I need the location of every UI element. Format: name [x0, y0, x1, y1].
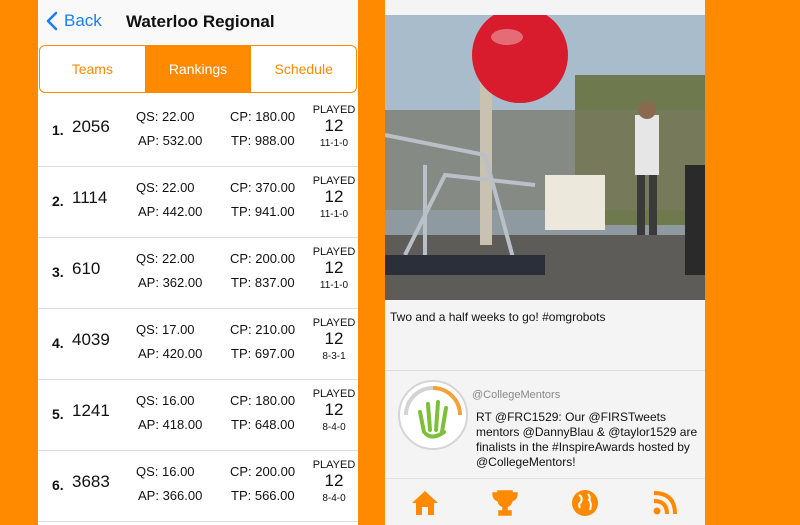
rank-number: 1.: [52, 122, 64, 138]
tab-schedule[interactable]: Schedule: [250, 46, 356, 92]
tp-value: TP: 566.00: [231, 488, 295, 503]
tp-value: TP: 988.00: [231, 133, 295, 148]
home-icon: [412, 490, 438, 515]
tab-bar: [385, 478, 705, 525]
cp-value: CP: 370.00: [230, 180, 296, 195]
cp-value: CP: 200.00: [230, 464, 296, 479]
cp-value: CP: 210.00: [230, 322, 296, 337]
rankings-list: 1. 2056 QS: 22.00 AP: 532.00 CP: 180.00 …: [38, 96, 358, 522]
record: 8-4-0: [322, 493, 346, 504]
team-number: 610: [72, 259, 101, 278]
record: 8-3-1: [322, 351, 346, 362]
cp-value: CP: 180.00: [230, 393, 296, 408]
ap-value: AP: 442.00: [138, 204, 203, 219]
ranking-row[interactable]: 5. 1241 QS: 16.00 AP: 418.00 CP: 180.00 …: [38, 380, 358, 451]
played-count: 12: [324, 400, 344, 419]
rank-number: 4.: [52, 335, 64, 351]
team-number: 1114: [72, 188, 108, 207]
played-block: PLAYED 12 11-1-0: [304, 104, 358, 149]
played-block: PLAYED 12 8-3-1: [304, 317, 358, 362]
ap-value: AP: 362.00: [138, 275, 203, 290]
page-title: Waterloo Regional: [126, 12, 275, 31]
rank-number: 6.: [52, 477, 64, 493]
back-button[interactable]: Back: [46, 11, 102, 31]
rank-number: 3.: [52, 264, 64, 280]
ap-value: AP: 366.00: [138, 488, 203, 503]
ranking-row[interactable]: 3. 610 QS: 22.00 AP: 362.00 CP: 200.00 T…: [38, 238, 358, 309]
played-block: PLAYED 12 8-4-0: [304, 459, 358, 504]
nav-bar: Back Waterloo Regional: [38, 0, 358, 44]
team-number: 3683: [72, 472, 110, 491]
segmented-control: Teams Rankings Schedule: [39, 45, 357, 93]
ranking-row[interactable]: 4. 4039 QS: 17.00 AP: 420.00 CP: 210.00 …: [38, 309, 358, 380]
tab-globe[interactable]: [565, 485, 605, 521]
ranking-row[interactable]: 1. 2056 QS: 22.00 AP: 532.00 CP: 180.00 …: [38, 96, 358, 167]
played-count: 12: [324, 187, 344, 206]
photo-caption: Two and a half weeks to go! #omgrobots: [390, 310, 606, 324]
globe-icon: [572, 489, 598, 516]
team-number: 2056: [72, 117, 110, 136]
played-label: PLAYED: [312, 246, 356, 258]
ap-value: AP: 420.00: [138, 346, 203, 361]
qs-value: QS: 16.00: [136, 464, 195, 479]
played-block: PLAYED 12 8-4-0: [304, 388, 358, 433]
chevron-left-icon: [46, 11, 58, 31]
record: 11-1-0: [319, 138, 349, 149]
tp-value: TP: 697.00: [231, 346, 295, 361]
tab-teams[interactable]: Teams: [40, 46, 145, 92]
played-label: PLAYED: [312, 388, 356, 400]
qs-value: QS: 17.00: [136, 322, 195, 337]
qs-value: QS: 16.00: [136, 393, 195, 408]
ranking-row[interactable]: 6. 3683 QS: 16.00 AP: 366.00 CP: 200.00 …: [38, 451, 358, 522]
ap-value: AP: 418.00: [138, 417, 203, 432]
tab-rss[interactable]: [645, 485, 685, 521]
played-block: PLAYED 12 11-1-0: [304, 175, 358, 220]
played-label: PLAYED: [312, 317, 356, 329]
tweet-text: RT @FRC1529: Our @FIRSTweets mentors @Da…: [476, 410, 698, 469]
rank-number: 5.: [52, 406, 64, 422]
team-number: 4039: [72, 330, 110, 349]
cp-value: CP: 180.00: [230, 109, 296, 124]
qs-value: QS: 22.00: [136, 251, 195, 266]
hand-logo-icon: [404, 386, 462, 439]
record: 11-1-0: [319, 209, 349, 220]
social-feed-screen: Two and a half weeks to go! #omgrobots @…: [385, 0, 705, 525]
ranking-row[interactable]: 2. 1114 QS: 22.00 AP: 442.00 CP: 370.00 …: [38, 167, 358, 238]
tab-trophy[interactable]: [485, 485, 525, 521]
record: 11-1-0: [319, 280, 349, 291]
qs-value: QS: 22.00: [136, 109, 195, 124]
back-label: Back: [64, 11, 102, 30]
played-count: 12: [324, 258, 344, 277]
cp-value: CP: 200.00: [230, 251, 296, 266]
divider: [385, 370, 705, 371]
team-number: 1241: [72, 401, 110, 420]
played-label: PLAYED: [312, 459, 356, 471]
avatar[interactable]: [398, 380, 468, 450]
played-block: PLAYED 12 11-1-0: [304, 246, 358, 291]
trophy-icon: [492, 489, 518, 516]
played-count: 12: [324, 471, 344, 490]
rank-number: 2.: [52, 193, 64, 209]
qs-value: QS: 22.00: [136, 180, 195, 195]
ap-value: AP: 532.00: [138, 133, 203, 148]
played-count: 12: [324, 329, 344, 348]
played-count: 12: [324, 116, 344, 135]
played-label: PLAYED: [312, 104, 356, 116]
tp-value: TP: 648.00: [231, 417, 295, 432]
tab-rankings[interactable]: Rankings: [144, 46, 251, 92]
robot-photo[interactable]: [385, 7, 705, 300]
tweet-handle[interactable]: @CollegeMentors: [472, 389, 560, 401]
photo-illustration: [385, 7, 705, 300]
rankings-screen: Back Waterloo Regional Teams Rankings Sc…: [38, 0, 358, 525]
played-label: PLAYED: [312, 175, 356, 187]
tp-value: TP: 941.00: [231, 204, 295, 219]
tp-value: TP: 837.00: [231, 275, 295, 290]
tab-home[interactable]: [405, 485, 445, 521]
record: 8-4-0: [322, 422, 346, 433]
rss-icon: [653, 490, 677, 514]
